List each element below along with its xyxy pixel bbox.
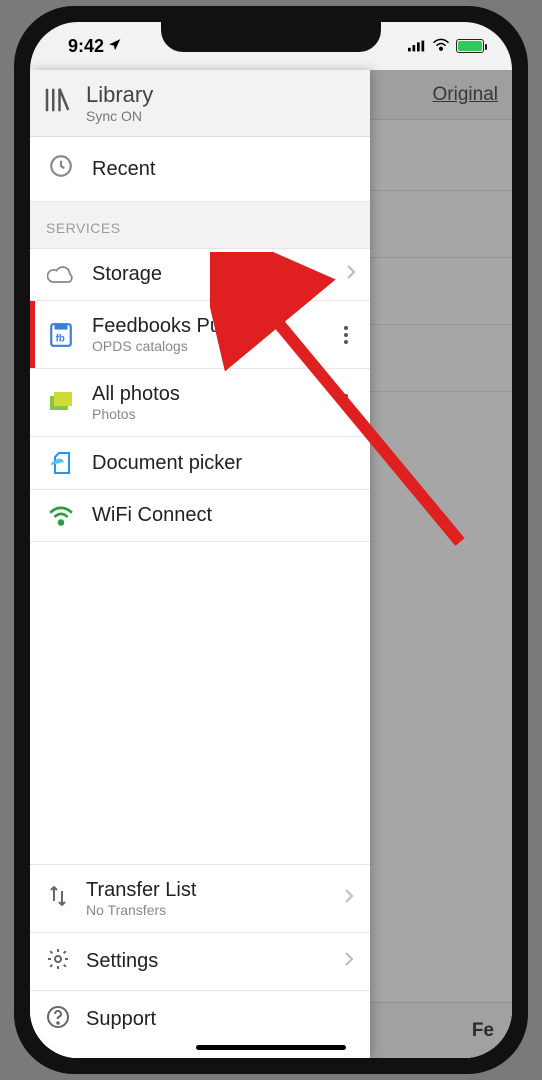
side-drawer: Library Sync ON Recent SERVICES Storage [30,70,370,1058]
chevron-right-icon [346,264,356,285]
document-cloud-icon [46,451,76,475]
status-time: 9:42 [68,36,104,57]
service-row-photos[interactable]: All photos Photos [30,369,370,437]
notch [161,22,381,52]
section-services-label: SERVICES [30,202,370,249]
transfer-list-row[interactable]: Transfer List No Transfers [30,865,370,933]
chevron-right-icon [344,951,354,972]
more-icon[interactable] [336,320,356,350]
clock-icon [48,153,74,185]
drawer-header[interactable]: Library Sync ON [30,70,370,137]
service-row-feedbooks[interactable]: fb Feedbooks Publi... OPDS catalogs [30,301,370,369]
home-indicator[interactable] [196,1045,346,1050]
recent-row[interactable]: Recent [30,137,370,202]
service-row-wifi[interactable]: WiFi Connect [30,490,370,542]
transfer-icon [46,884,70,913]
drawer-subtitle: Sync ON [86,108,153,124]
feedbooks-icon: fb [46,322,76,348]
drawer-title: Library [86,82,153,108]
phone-frame: 9:42 Original [14,6,528,1074]
photos-icon [46,392,76,414]
wifi-connect-icon [46,506,76,526]
gear-icon [46,947,70,976]
app-logo-icon [42,85,72,122]
service-row-document-picker[interactable]: Document picker [30,437,370,490]
screen: 9:42 Original [30,22,512,1058]
highlight-edge [30,301,35,368]
more-icon[interactable] [336,388,356,418]
wifi-icon [432,36,450,57]
chevron-right-icon [344,888,354,909]
cloud-icon [46,265,76,285]
signal-icon [408,36,426,57]
battery-icon [456,39,484,53]
settings-row[interactable]: Settings [30,933,370,991]
help-icon [46,1005,70,1034]
location-icon [108,36,122,57]
service-row-storage[interactable]: Storage [30,249,370,301]
svg-text:fb: fb [56,333,65,344]
recent-label: Recent [92,158,155,181]
